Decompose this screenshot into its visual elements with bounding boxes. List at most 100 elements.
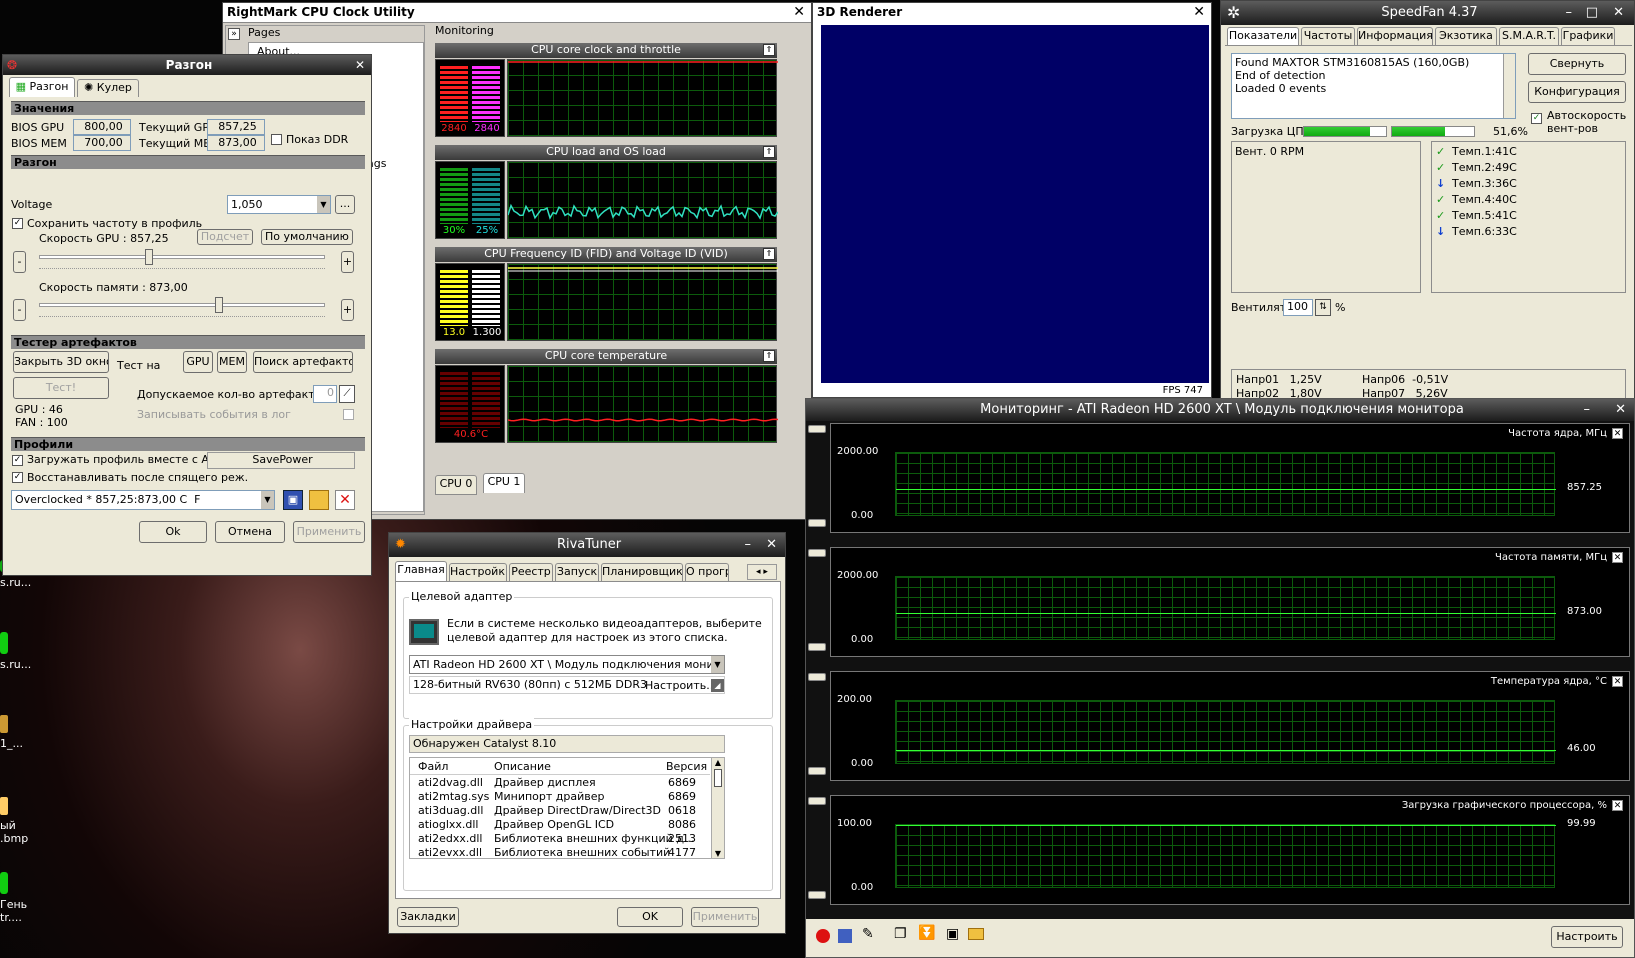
profile-name[interactable]: SavePower <box>207 452 355 469</box>
graph-handle[interactable] <box>808 673 826 681</box>
tab-4[interactable]: Экзотика <box>1435 27 1497 45</box>
event-log[interactable]: Found MAXTOR STM3160815AS (160,0GB) End … <box>1231 53 1516 119</box>
search-artifacts-button[interactable]: Поиск артефактов <box>253 351 353 373</box>
tab-cooler[interactable]: ✺ Кулер <box>77 79 139 97</box>
driver-files-table[interactable]: Файл Описание Версия ati2dvag.dll Драйвер… <box>409 757 725 859</box>
tab-3[interactable]: Реестр <box>509 563 553 581</box>
minimize-icon[interactable]: – <box>745 533 752 557</box>
close-icon[interactable]: ✕ <box>1193 3 1205 21</box>
restore-checkbox[interactable]: ✓ <box>12 472 23 483</box>
minimize-icon[interactable]: – <box>1566 1 1573 25</box>
test-gpu-button[interactable]: GPU <box>183 351 213 373</box>
mem-speed-slider[interactable] <box>39 295 325 317</box>
default-button[interactable]: По умолчанию <box>261 229 353 245</box>
ok-button[interactable]: OK <box>617 907 683 927</box>
setup-button[interactable]: Настроить <box>1551 926 1623 948</box>
apply-button[interactable]: Применить <box>293 521 365 543</box>
save-freq-checkbox[interactable]: ✓ <box>12 218 23 229</box>
collapse-graph-icon[interactable]: ⇑ <box>763 248 775 260</box>
chevron-down-icon[interactable]: ▼ <box>711 656 724 673</box>
renderer-titlebar[interactable]: 3D Renderer ✕ <box>813 3 1211 23</box>
slider-thumb[interactable] <box>215 297 223 313</box>
column-header[interactable]: Версия <box>666 760 707 774</box>
cancel-button[interactable]: Отмена <box>215 521 285 543</box>
speedfan-titlebar[interactable]: ✲ SpeedFan 4.37 – □ ✕ <box>1221 1 1634 25</box>
graph-handle[interactable] <box>808 643 826 651</box>
tab-6[interactable]: Графики <box>1561 27 1615 45</box>
graph-handle[interactable] <box>808 891 826 899</box>
collapse-graph-icon[interactable]: ⇑ <box>763 44 775 56</box>
tab-5[interactable]: S.M.A.R.T. <box>1499 27 1559 45</box>
save-icon[interactable]: ▣ <box>946 926 959 942</box>
edit-icon[interactable]: ⟋ <box>339 385 355 403</box>
close-icon[interactable]: ✕ <box>793 3 805 21</box>
table-row[interactable]: ati2mtag.sys Минипорт драйвер 6869 <box>410 790 710 804</box>
tab-6[interactable]: О прогр <box>685 563 729 581</box>
bookmarks-button[interactable]: Закладки <box>397 907 459 927</box>
customize-link[interactable]: Настроить... <box>645 679 717 693</box>
close-icon[interactable]: ✕ <box>1612 676 1623 687</box>
tab-1[interactable]: Показатели <box>1227 27 1299 45</box>
desktop-icon[interactable]: ый .bmp <box>0 797 28 845</box>
mem-plus-button[interactable]: + <box>341 299 354 321</box>
tab-5[interactable]: Планировщик <box>601 563 683 581</box>
chevron-down-icon[interactable]: ▼ <box>317 196 330 213</box>
collapse-graph-icon[interactable]: ⇑ <box>763 350 775 362</box>
close-icon[interactable]: ✕ <box>1612 552 1623 563</box>
pencil-icon[interactable]: ✎ <box>862 926 874 942</box>
minimize-icon[interactable]: – <box>1584 399 1591 421</box>
close-icon[interactable]: ✕ <box>1612 800 1623 811</box>
config-button[interactable]: Конфигурация <box>1528 81 1626 103</box>
gpu-plus-button[interactable]: + <box>341 251 354 273</box>
close-icon[interactable]: ✕ <box>766 533 777 557</box>
tab-2[interactable]: Настройки <box>449 563 507 581</box>
rivatuner-titlebar[interactable]: ✹ RivaTuner – ✕ <box>389 533 785 557</box>
table-row[interactable]: ati3duag.dll Драйвер DirectDraw/Direct3D 0… <box>410 804 710 818</box>
table-row[interactable]: atioglxx.dll Драйвер OpenGL ICD 8086 <box>410 818 710 832</box>
close-icon[interactable]: ✕ <box>1615 399 1626 421</box>
tab-3[interactable]: Информация <box>1357 27 1433 45</box>
fan-spinner[interactable]: ⇅ <box>1315 299 1331 316</box>
log-scrollbar[interactable] <box>1503 54 1515 118</box>
close-3d-button[interactable]: Закрыть 3D окно <box>13 351 109 373</box>
open-profile-icon[interactable] <box>309 490 329 510</box>
tab-4[interactable]: Запуск <box>555 563 599 581</box>
table-scrollbar[interactable]: ▲ ▼ <box>711 758 724 858</box>
collapse-button[interactable]: Свернуть <box>1528 53 1626 75</box>
profile-select[interactable]: Overclocked * 857,25:873,00 C F <box>11 490 275 510</box>
razgon-titlebar[interactable]: ❂ Разгон ✕ <box>3 55 371 75</box>
show-ddr-checkbox[interactable] <box>271 134 282 145</box>
allowed-artifacts-input[interactable]: 0 <box>313 385 337 403</box>
collapse-graph-icon[interactable]: ⇑ <box>763 146 775 158</box>
close-icon[interactable]: ✕ <box>355 55 365 75</box>
adapter-select[interactable]: ATI Radeon HD 2600 XT \ Модуль подключен… <box>409 655 725 674</box>
slider-thumb[interactable] <box>145 249 153 265</box>
tab-2[interactable]: Частоты <box>1301 27 1355 45</box>
table-row[interactable]: ati2edxx.dll Библиотека внешних функций д… <box>410 832 710 846</box>
graph-handle[interactable] <box>808 519 826 527</box>
test-mem-button[interactable]: MEM <box>217 351 247 373</box>
tab-cpu1[interactable]: CPU 1 <box>483 473 525 493</box>
graph-handle[interactable] <box>808 767 826 775</box>
pause-icon[interactable] <box>838 929 852 943</box>
fan-speed-input[interactable]: 100 <box>1283 299 1313 316</box>
desktop-icon[interactable]: 1_... <box>0 715 26 750</box>
auto-fan-checkbox[interactable]: ✓ <box>1531 113 1542 124</box>
voltage-select[interactable]: 1,050 <box>227 195 331 214</box>
expand-icon[interactable]: ⏬ <box>918 925 935 941</box>
graph-handle[interactable] <box>808 797 826 805</box>
table-row[interactable]: ati2evxx.dll Библиотека внешних событий 41… <box>410 846 710 858</box>
load-profile-checkbox[interactable]: ✓ <box>12 455 23 466</box>
close-icon[interactable]: ✕ <box>1612 428 1623 439</box>
log-events-checkbox[interactable] <box>343 409 354 420</box>
folder-icon[interactable] <box>968 928 984 940</box>
rightmark-titlebar[interactable]: RightMark CPU Clock Utility ✕ <box>223 3 811 23</box>
ati-monitor-titlebar[interactable]: Мониторинг - ATI Radeon HD 2600 XT \ Мод… <box>806 399 1634 421</box>
desktop-icon[interactable]: Гень tr.... <box>0 872 27 924</box>
record-icon[interactable] <box>816 929 830 943</box>
gpu-speed-slider[interactable] <box>39 247 325 269</box>
mem-minus-button[interactable]: - <box>13 299 26 321</box>
desktop-icon[interactable]: s.ru... <box>0 632 31 671</box>
calc-button[interactable]: Подсчет <box>197 229 253 245</box>
tab-cpu0[interactable]: CPU 0 <box>435 475 477 495</box>
